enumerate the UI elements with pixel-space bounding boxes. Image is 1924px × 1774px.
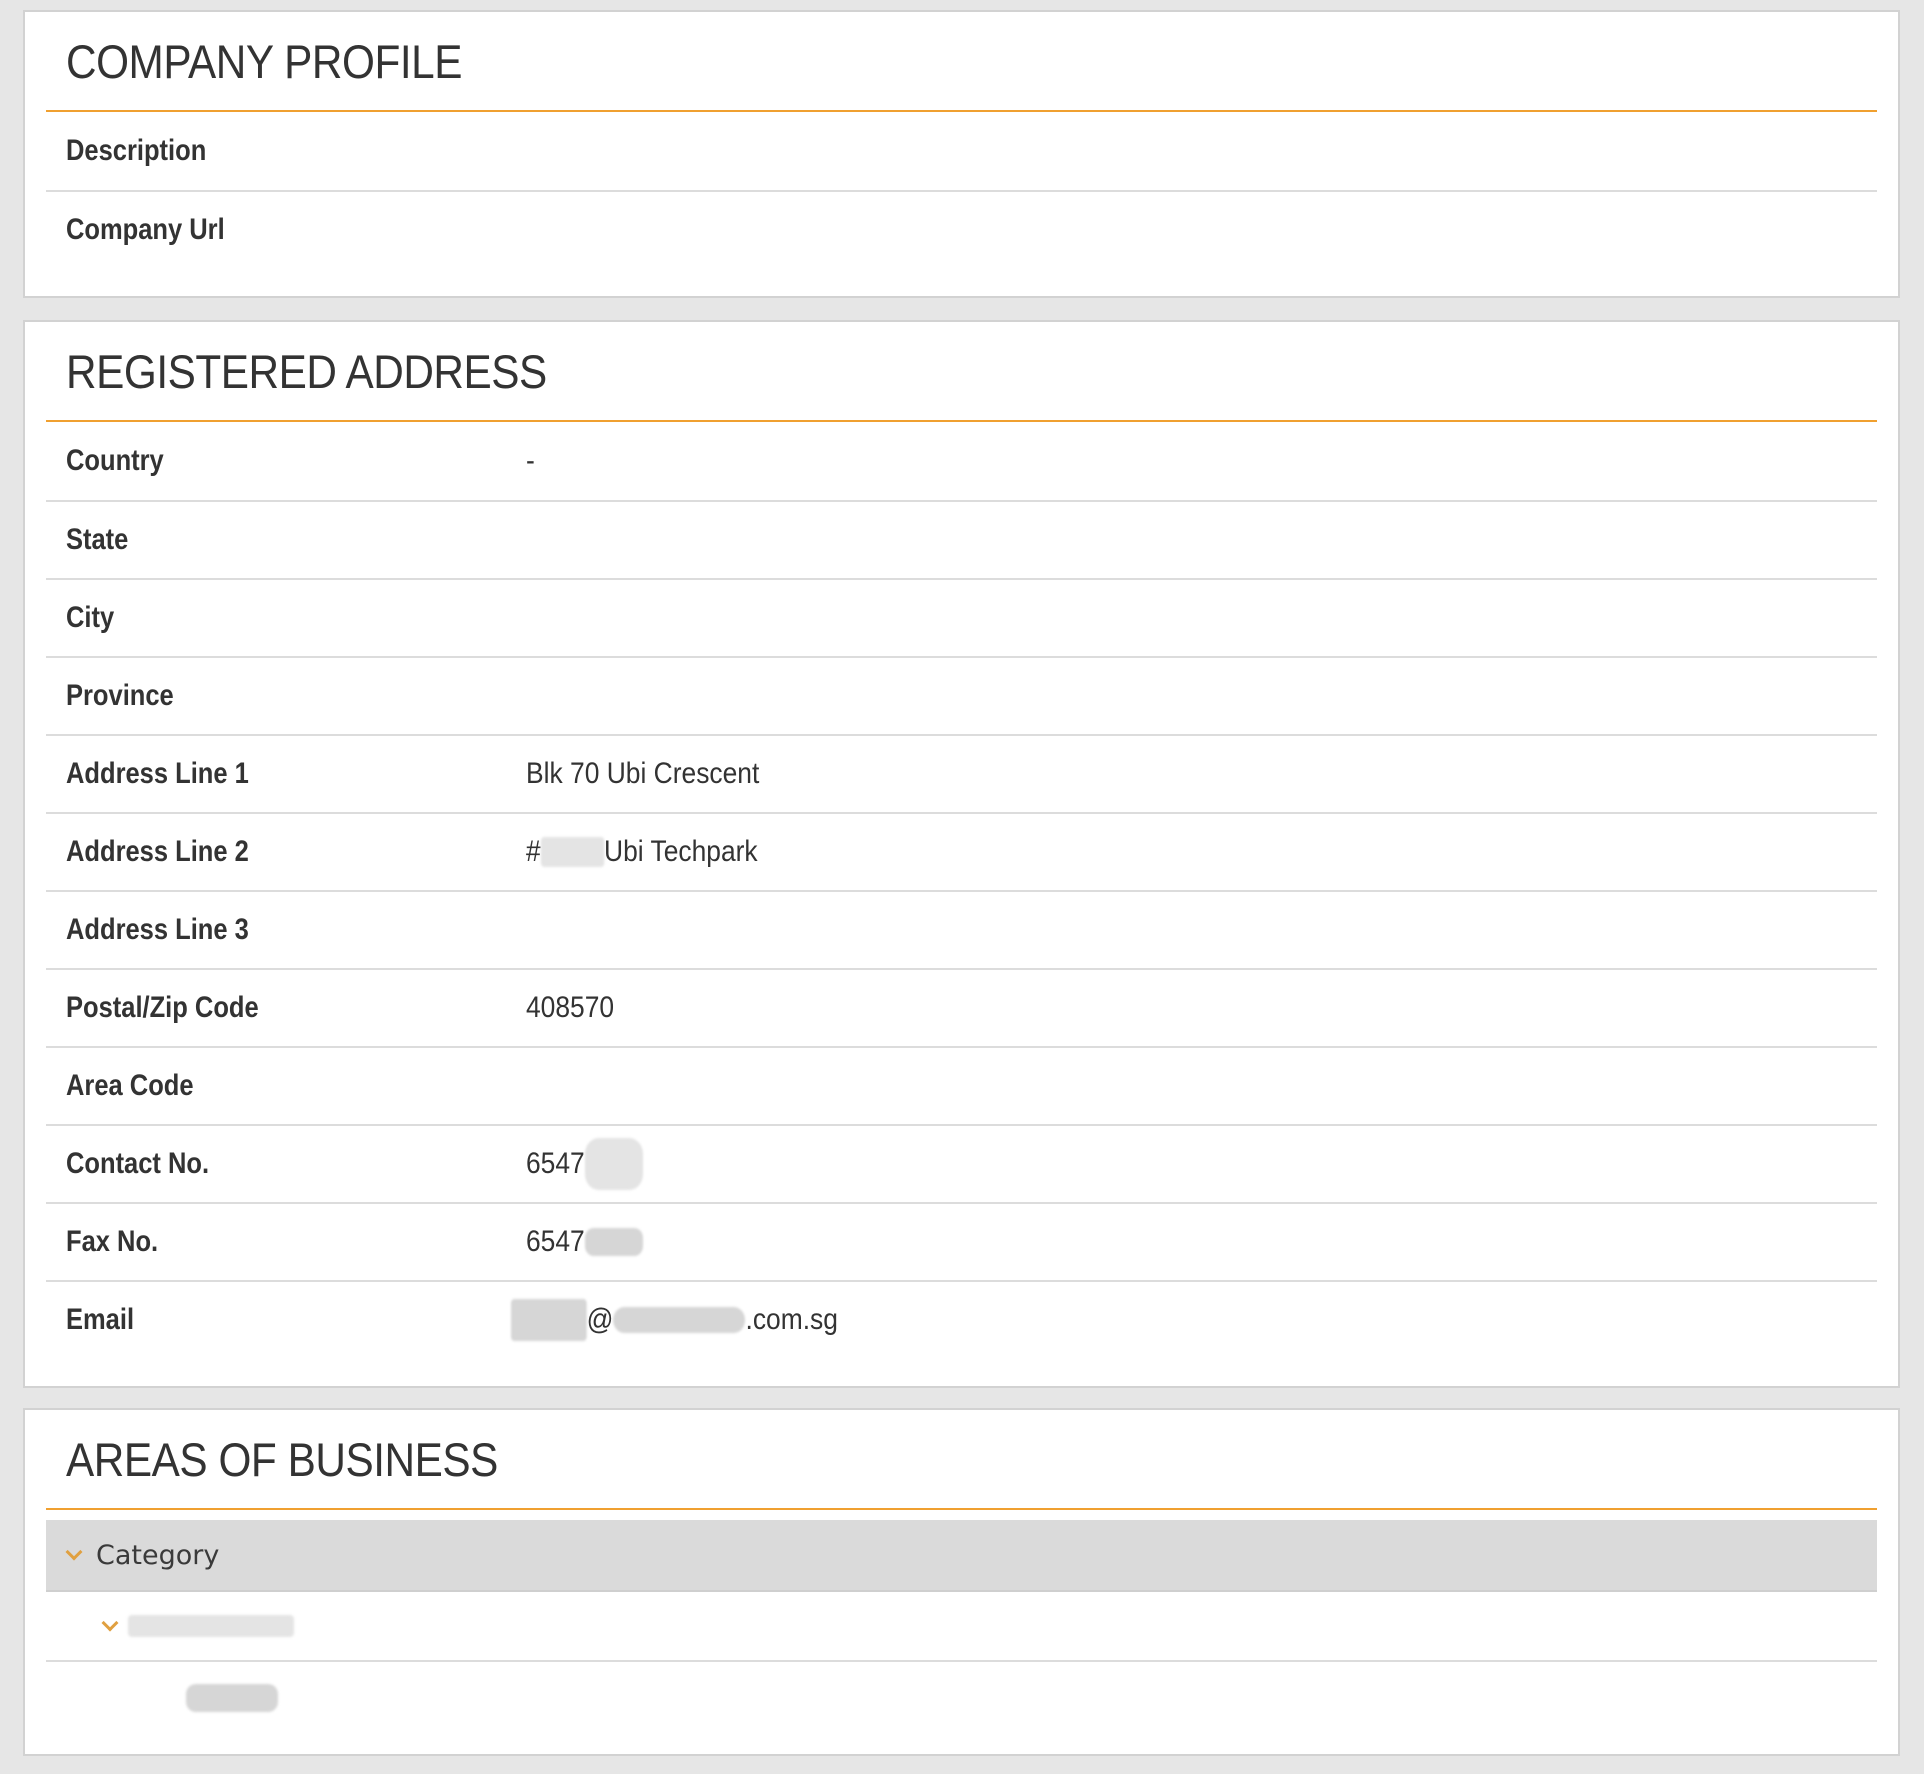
field-label-state: State <box>66 523 129 556</box>
field-value-address-line-2: # Ubi Techpark <box>526 814 758 890</box>
field-label-area-code: Area Code <box>66 1069 194 1102</box>
registered-address-heading: REGISTERED ADDRESS <box>46 322 1877 422</box>
company-profile-heading: COMPANY PROFILE <box>46 12 1877 112</box>
chevron-down-icon[interactable] <box>65 1543 83 1561</box>
field-label-email: Email <box>66 1303 135 1336</box>
field-row-postal-code: Postal/Zip Code 408570 <box>46 968 1877 1046</box>
field-label-address-line-2: Address Line 2 <box>66 835 249 868</box>
redacted-subcategory-name <box>128 1615 294 1637</box>
field-row-address-line-1: Address Line 1 Blk 70 Ubi Crescent <box>46 734 1877 812</box>
fax-no-prefix: 6547 <box>526 1225 585 1258</box>
category-label: Category <box>96 1539 220 1571</box>
field-label-postal-code: Postal/Zip Code <box>66 991 259 1024</box>
redacted-unit-number <box>540 837 605 867</box>
field-label-description: Description <box>66 134 207 167</box>
field-row-area-code: Area Code <box>46 1046 1877 1124</box>
registered-address-fields: Country - State City Province Address Li… <box>46 422 1877 1358</box>
category-tree-header[interactable]: Category <box>46 1520 1877 1592</box>
field-value-email: @ .com.sg <box>511 1282 838 1358</box>
chevron-down-icon[interactable] <box>101 1614 119 1632</box>
redacted-email-user <box>511 1299 587 1341</box>
registered-address-title: REGISTERED ADDRESS <box>66 345 547 398</box>
field-value-contact-no: 6547 <box>526 1126 643 1202</box>
company-profile-fields: Description Company Url <box>46 112 1877 268</box>
field-row-country: Country - <box>46 422 1877 500</box>
redacted-email-domain <box>613 1307 746 1333</box>
field-label-fax-no: Fax No. <box>66 1225 159 1258</box>
redacted-fax-digits <box>584 1228 643 1256</box>
field-value-address-line-1: Blk 70 Ubi Crescent <box>526 757 760 790</box>
areas-of-business-heading: AREAS OF BUSINESS <box>46 1410 1877 1510</box>
field-label-city: City <box>66 601 115 634</box>
field-label-address-line-3: Address Line 3 <box>66 913 249 946</box>
field-row-description: Description <box>46 112 1877 190</box>
field-row-city: City <box>46 578 1877 656</box>
subcategory-tree-node[interactable] <box>46 1592 1877 1662</box>
field-row-company-url: Company Url <box>46 190 1877 268</box>
email-suffix: .com.sg <box>745 1303 838 1336</box>
areas-of-business-panel: AREAS OF BUSINESS Category <box>23 1408 1900 1756</box>
field-row-contact-no: Contact No. 6547 <box>46 1124 1877 1202</box>
field-label-address-line-1: Address Line 1 <box>66 757 249 790</box>
address-line-2-prefix: # <box>526 835 541 868</box>
address-line-2-suffix: Ubi Techpark <box>604 835 758 868</box>
field-label-country: Country <box>66 444 164 477</box>
field-row-email: Email @ .com.sg <box>46 1280 1877 1358</box>
field-row-state: State <box>46 500 1877 578</box>
field-value-fax-no: 6547 <box>526 1204 643 1280</box>
business-area-leaf <box>46 1662 1877 1734</box>
contact-no-prefix: 6547 <box>526 1147 585 1180</box>
field-value-country: - <box>526 444 535 477</box>
field-row-province: Province <box>46 656 1877 734</box>
field-value-postal-code: 408570 <box>526 991 615 1024</box>
field-row-fax-no: Fax No. 6547 <box>46 1202 1877 1280</box>
company-profile-title: COMPANY PROFILE <box>66 35 462 88</box>
areas-of-business-title: AREAS OF BUSINESS <box>66 1433 498 1486</box>
field-row-address-line-3: Address Line 3 <box>46 890 1877 968</box>
field-label-company-url: Company Url <box>66 213 225 246</box>
field-label-contact-no: Contact No. <box>66 1147 210 1180</box>
registered-address-panel: REGISTERED ADDRESS Country - State City … <box>23 320 1900 1388</box>
field-row-address-line-2: Address Line 2 # Ubi Techpark <box>46 812 1877 890</box>
redacted-business-area <box>186 1684 278 1712</box>
redacted-contact-digits <box>584 1138 643 1190</box>
company-profile-panel: COMPANY PROFILE Description Company Url <box>23 10 1900 298</box>
email-at-sign: @ <box>586 1303 614 1336</box>
field-label-province: Province <box>66 679 174 712</box>
